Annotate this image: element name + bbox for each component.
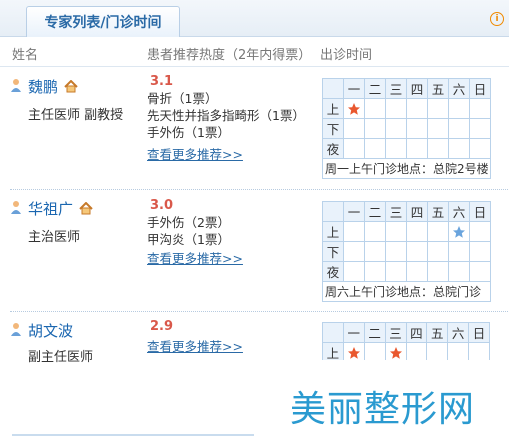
star-icon — [347, 347, 360, 360]
star-icon — [453, 226, 465, 239]
recommend-list: 骨折（1票） 先天性并指多指畸形（1票） 手外伤（1票） — [147, 90, 305, 141]
info-icon[interactable]: i — [490, 12, 504, 26]
slot-cell[interactable] — [384, 342, 407, 360]
clinic-note: 周一上午门诊地点：总院2号楼 — [322, 158, 491, 179]
divider — [10, 189, 508, 190]
header-bar: 专家列表/门诊时间 i — [0, 0, 509, 37]
more-recommend-link[interactable]: 查看更多推荐>> — [147, 248, 243, 267]
score: 3.0 — [150, 198, 174, 213]
doctor-name[interactable]: 华祖广 — [28, 198, 73, 219]
tab-expert-list[interactable]: 专家列表/门诊时间 — [26, 6, 180, 37]
home-icon — [64, 80, 78, 93]
divider — [10, 311, 508, 312]
slot-cell[interactable] — [343, 98, 365, 119]
column-header: 姓名 患者推荐热度（2年内得票） 出诊时间 — [0, 36, 509, 67]
person-icon — [11, 201, 21, 214]
more-recommend-link[interactable]: 查看更多推荐>> — [147, 336, 243, 355]
person-icon — [11, 79, 21, 92]
recommend-list: 手外伤（2票） 甲沟炎（1票） — [147, 214, 230, 248]
rec-item: 甲沟炎（1票） — [147, 232, 230, 247]
schedule-clip: 一二三四五六日 上 — [322, 322, 490, 360]
rec-item: 手外伤（1票） — [147, 125, 230, 140]
rec-item: 手外伤（2票） — [147, 215, 230, 230]
doctor-name[interactable]: 胡文波 — [28, 320, 73, 341]
slot-cell[interactable] — [448, 221, 470, 242]
score: 2.9 — [150, 319, 174, 334]
schedule-table: 一二三四五六日 上 下 夜 周六上午门诊地点：总院门诊 — [322, 201, 491, 302]
doctor-title: 主治医师 — [28, 230, 81, 245]
col-name: 姓名 — [12, 48, 39, 63]
rec-item: 先天性并指多指畸形（1票） — [147, 108, 305, 123]
schedule-table: 一二三四五六日 上 — [322, 322, 490, 360]
more-recommend-link[interactable]: 查看更多推荐>> — [147, 144, 243, 163]
star-icon — [348, 103, 360, 116]
home-icon — [79, 202, 93, 215]
person-icon — [11, 323, 21, 336]
watermark: 美丽整形网 — [290, 389, 476, 430]
doctor-title: 主任医师 副教授 — [28, 108, 124, 123]
col-time: 出诊时间 — [320, 48, 373, 63]
divider — [12, 434, 254, 436]
clinic-note: 周六上午门诊地点：总院门诊 — [322, 281, 491, 302]
doctor-name[interactable]: 魏鹏 — [28, 76, 58, 97]
score: 3.1 — [150, 74, 174, 89]
col-heat: 患者推荐热度（2年内得票） — [147, 48, 312, 63]
rec-item: 骨折（1票） — [147, 91, 218, 106]
schedule-table: 一二三四五六日 上 下 夜 周一上午门诊地点：总院2号楼 — [322, 78, 491, 179]
doctor-title: 副主任医师 — [28, 350, 94, 365]
star-icon — [389, 347, 402, 360]
slot-cell[interactable] — [342, 342, 365, 360]
